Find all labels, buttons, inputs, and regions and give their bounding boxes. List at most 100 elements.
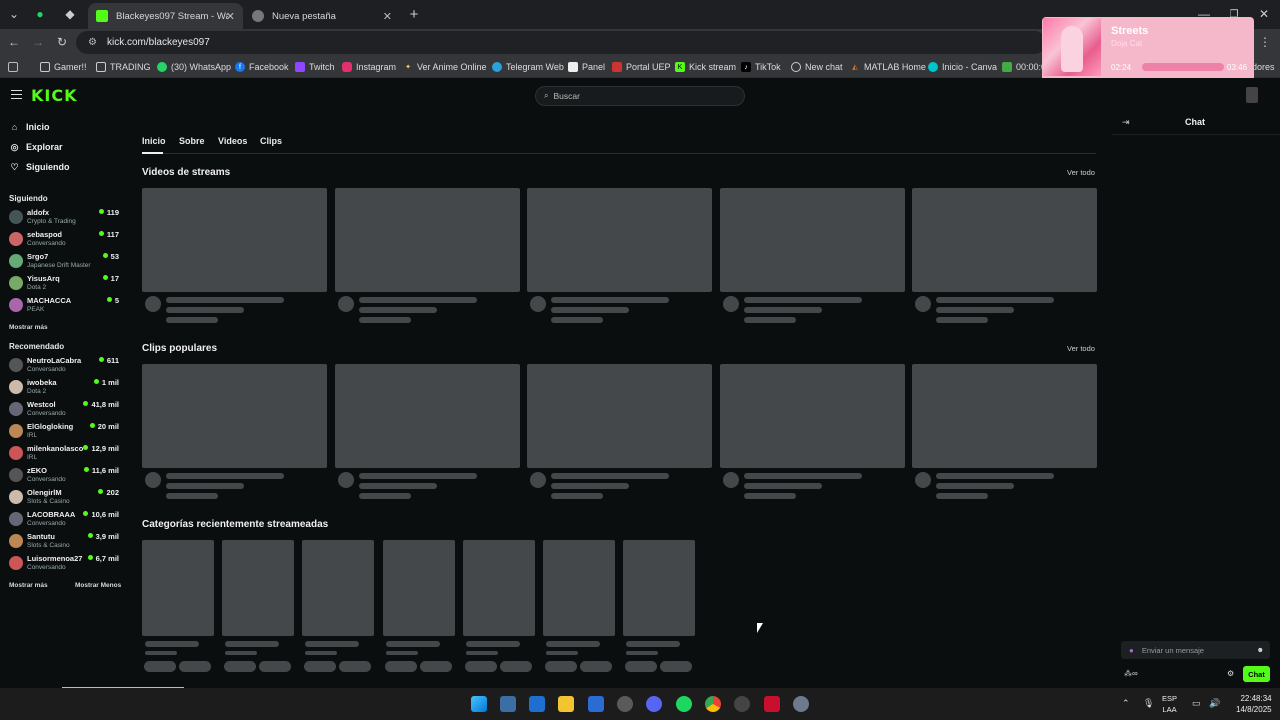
whatsapp-icon[interactable]: ● xyxy=(32,6,48,22)
bookmark-timer[interactable]: 00:00:0 xyxy=(1002,60,1046,74)
widgets-icon[interactable] xyxy=(500,696,516,712)
reload-icon[interactable]: ↻ xyxy=(54,34,70,50)
collapse-chat-icon[interactable]: ⇥ xyxy=(1122,117,1130,128)
clip-thumbnail-placeholder[interactable] xyxy=(719,364,905,468)
channel-item[interactable]: Santutu Slots & Casino 3,9 mil xyxy=(9,531,121,553)
show-more-following[interactable]: Mostrar más xyxy=(9,324,48,331)
emoji-icon[interactable]: ☻ xyxy=(1257,647,1264,654)
close-window-icon[interactable]: ✕ xyxy=(1256,6,1272,22)
media-player-popup[interactable]: Streets Doja Cat 02:24 03:46 xyxy=(1042,17,1254,85)
category-card-placeholder[interactable] xyxy=(222,540,295,636)
bookmark-portal-uep[interactable]: Portal UEP xyxy=(612,60,671,74)
url-field[interactable]: ⚙ kick.com/blackeyes097 xyxy=(76,31,1046,54)
channel-item[interactable]: sebaspod Conversando 117 xyxy=(9,229,121,251)
tab-sobre[interactable]: Sobre xyxy=(179,136,205,146)
clock[interactable]: 22:48:34 14/8/2025 xyxy=(1236,693,1272,715)
category-card-placeholder[interactable] xyxy=(142,540,214,636)
close-tab-icon[interactable]: ✕ xyxy=(383,10,392,23)
playback-controls[interactable] xyxy=(1142,63,1224,71)
back-icon[interactable]: ← xyxy=(6,34,22,50)
app-icon[interactable] xyxy=(588,696,604,712)
category-card-placeholder[interactable] xyxy=(543,540,615,636)
channel-item[interactable]: milenkanolasco IRL 12,9 mil xyxy=(9,443,121,465)
bookmark-tiktok[interactable]: ♪ TikTok xyxy=(741,60,781,74)
volume-icon[interactable]: 🔊 xyxy=(1209,698,1220,709)
see-all-clips-link[interactable]: Ver todo xyxy=(1067,344,1095,353)
bookmark-anime[interactable]: ✦ Ver Anime Online xyxy=(403,60,486,74)
new-tab-icon[interactable]: + xyxy=(406,6,422,23)
bookmark-folder-gamer[interactable]: Gamer!! xyxy=(40,60,87,74)
kick-logo[interactable]: KICK xyxy=(31,86,78,105)
channel-item[interactable]: OlengirlM Slots & Casino 202 xyxy=(9,487,121,509)
channel-item[interactable]: MACHACCA PEAK 5 xyxy=(9,295,121,317)
pdf-app-icon[interactable] xyxy=(764,696,780,712)
forward-icon[interactable]: → xyxy=(30,34,46,50)
category-card-placeholder[interactable] xyxy=(302,540,375,636)
tab-kick-stream[interactable]: Blackeyes097 Stream - Watch L ✕ xyxy=(88,3,243,29)
channel-item[interactable]: aldofx Crypto & Trading 119 xyxy=(9,207,121,229)
nav-inicio[interactable]: ⌂ Inicio xyxy=(9,120,50,134)
tray-chevron-icon[interactable]: ⌃ xyxy=(1122,698,1130,709)
spotify-icon[interactable] xyxy=(676,696,692,712)
show-more-recommended[interactable]: Mostrar más xyxy=(9,582,48,589)
chat-options-icon[interactable]: ⁂∞ xyxy=(1124,669,1138,678)
channel-item[interactable]: Luisormenoa27 Conversando 6,7 mil xyxy=(9,553,121,575)
channel-item[interactable]: Srgo7 Japanese Drift Master 53 xyxy=(9,251,121,273)
pinned-tab-icon[interactable]: ◆ xyxy=(62,6,78,22)
category-card-placeholder[interactable] xyxy=(462,540,535,636)
video-thumbnail-placeholder[interactable] xyxy=(719,188,905,292)
file-explorer-icon[interactable] xyxy=(558,696,574,712)
channel-item[interactable]: LACOBRAAA Conversando 10,6 mil xyxy=(9,509,121,531)
bookmark-facebook[interactable]: f Facebook xyxy=(235,60,289,74)
menu-icon[interactable]: ⋮ xyxy=(1257,34,1273,50)
openai-icon[interactable] xyxy=(734,696,750,712)
apps-icon[interactable] xyxy=(8,60,22,74)
tab-inicio[interactable]: Inicio xyxy=(142,136,166,146)
bookmark-canva[interactable]: Inicio - Canva xyxy=(928,60,997,74)
channel-item[interactable]: iwobeka Dota 2 1 mil xyxy=(9,377,121,399)
category-card-placeholder[interactable] xyxy=(382,540,455,636)
mic-tray-icon[interactable]: 🎙 xyxy=(1143,698,1154,709)
gear-icon[interactable]: ⚙ xyxy=(1227,669,1234,678)
bookmark-panel[interactable]: Panel xyxy=(568,60,605,74)
bookmark-whatsapp[interactable]: (30) WhatsApp xyxy=(157,60,231,74)
channel-item[interactable]: Westcol Conversando 41,8 mil xyxy=(9,399,121,421)
video-thumbnail-placeholder[interactable] xyxy=(334,188,520,292)
video-thumbnail-placeholder[interactable] xyxy=(527,188,712,292)
nav-siguiendo[interactable]: ♡ Siguiendo xyxy=(9,160,69,174)
clip-thumbnail-placeholder[interactable] xyxy=(912,364,1097,468)
bookmark-new-chat[interactable]: New chat xyxy=(791,60,843,74)
tab-search-icon[interactable]: ⌄ xyxy=(6,6,22,22)
start-icon[interactable] xyxy=(471,696,487,712)
nav-explorar[interactable]: ◎ Explorar xyxy=(9,140,63,154)
close-tab-icon[interactable]: ✕ xyxy=(226,10,235,23)
video-thumbnail-placeholder[interactable] xyxy=(912,188,1097,292)
network-icon[interactable]: ▭ xyxy=(1192,698,1201,709)
bookmark-instagram[interactable]: Instagram xyxy=(342,60,396,74)
photos-icon[interactable] xyxy=(529,696,545,712)
mic-icon[interactable]: ● xyxy=(1129,646,1134,655)
tab-new-tab[interactable]: Nueva pestaña ✕ xyxy=(244,3,400,29)
google-chrome-icon[interactable] xyxy=(705,696,721,712)
channel-item[interactable]: YisusArq Dota 2 17 xyxy=(9,273,121,295)
hamburger-menu-icon[interactable] xyxy=(11,90,22,99)
channel-item[interactable]: NeutroLaCabra Conversando 611 xyxy=(9,355,121,377)
bookmark-kick[interactable]: K Kick stream xyxy=(675,60,736,74)
site-info-icon[interactable]: ⚙ xyxy=(88,37,97,48)
bookmark-matlab[interactable]: ◭ MATLAB Home xyxy=(850,60,926,74)
discord-icon[interactable] xyxy=(646,696,662,712)
avatar[interactable] xyxy=(1246,87,1258,103)
tab-clips[interactable]: Clips xyxy=(260,136,282,146)
clip-thumbnail-placeholder[interactable] xyxy=(334,364,520,468)
bookmark-telegram[interactable]: Telegram Web xyxy=(492,60,564,74)
tab-videos[interactable]: Videos xyxy=(218,136,247,146)
settings-icon[interactable] xyxy=(793,696,809,712)
category-card-placeholder[interactable] xyxy=(623,540,696,636)
video-thumbnail-placeholder[interactable] xyxy=(142,188,327,292)
channel-item[interactable]: ElGlogloking IRL 20 mil xyxy=(9,421,121,443)
send-chat-button[interactable]: Chat xyxy=(1243,666,1270,682)
bookmark-twitch[interactable]: Twitch xyxy=(295,60,335,74)
see-all-videos-link[interactable]: Ver todo xyxy=(1067,168,1095,177)
search-input[interactable]: ⌕ Buscar xyxy=(535,86,745,106)
show-less-recommended[interactable]: Mostrar Menos xyxy=(75,582,121,589)
